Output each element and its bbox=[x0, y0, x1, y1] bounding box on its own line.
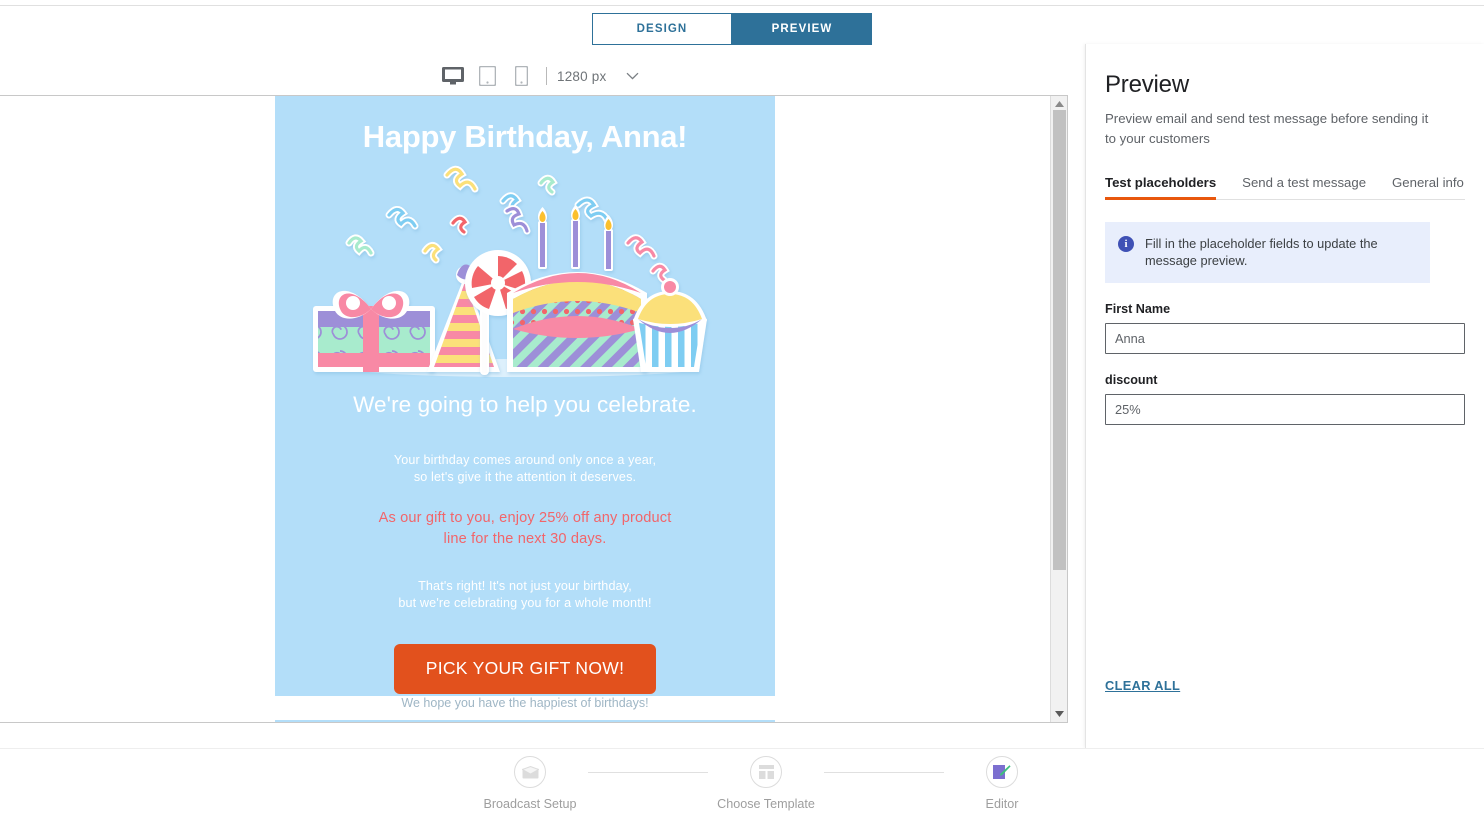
tab-general-info[interactable]: General info bbox=[1392, 175, 1464, 199]
footer-divider bbox=[0, 748, 1484, 749]
mobile-icon[interactable] bbox=[504, 60, 538, 92]
panel-subtitle: Preview email and send test message befo… bbox=[1105, 109, 1435, 149]
email-preview-screen: DESIGN PREVIEW 1280 px Happy Birthday, A… bbox=[0, 0, 1484, 823]
wizard-connector-1 bbox=[588, 772, 708, 773]
clear-all-link[interactable]: CLEAR ALL bbox=[1105, 678, 1180, 693]
placeholder-info-text: Fill in the placeholder fields to update… bbox=[1145, 235, 1416, 269]
panel-tabs: Test placeholders Send a test message Ge… bbox=[1105, 170, 1465, 200]
template-grid-icon bbox=[750, 756, 782, 788]
preview-panel: Preview Preview email and send test mess… bbox=[1085, 44, 1484, 748]
step-label-editor: Editor bbox=[986, 797, 1019, 811]
email-canvas-content: Happy Birthday, Anna! bbox=[0, 96, 1050, 722]
panel-title: Preview bbox=[1105, 44, 1465, 99]
wizard-steps: Broadcast Setup Choose Template Editor bbox=[480, 756, 1052, 811]
device-toolbar: 1280 px bbox=[436, 60, 639, 92]
email-footer-text: We hope you have the happiest of birthda… bbox=[275, 696, 775, 720]
mode-toggle: DESIGN PREVIEW bbox=[592, 13, 872, 45]
top-divider bbox=[0, 5, 1484, 6]
scroll-down-arrow-icon[interactable] bbox=[1051, 706, 1067, 722]
tab-send-a-test-message[interactable]: Send a test message bbox=[1242, 175, 1366, 199]
email-paragraph-2-line-1: That's right! It's not just your birthda… bbox=[418, 579, 632, 593]
discount-input[interactable] bbox=[1105, 394, 1465, 425]
tab-test-placeholders[interactable]: Test placeholders bbox=[1105, 175, 1216, 199]
email-canvas: Happy Birthday, Anna! bbox=[0, 95, 1068, 723]
email-offer-line-1: As our gift to you, enjoy 25% off any pr… bbox=[379, 510, 672, 526]
step-label-choose-template: Choose Template bbox=[717, 797, 815, 811]
email-paragraph-1-line-2: so let's give it the attention it deserv… bbox=[414, 470, 636, 484]
discount-label: discount bbox=[1105, 373, 1465, 387]
chevron-down-icon[interactable] bbox=[626, 72, 639, 80]
tablet-icon[interactable] bbox=[470, 60, 504, 92]
info-icon: i bbox=[1118, 236, 1134, 252]
step-editor[interactable]: Editor bbox=[952, 756, 1052, 811]
step-label-broadcast-setup: Broadcast Setup bbox=[483, 797, 576, 811]
envelope-icon bbox=[514, 756, 546, 788]
wizard-footer: Broadcast Setup Choose Template Editor bbox=[0, 748, 1484, 823]
email-offer-text: As our gift to you, enjoy 25% off any pr… bbox=[275, 486, 775, 550]
toolbar-separator bbox=[546, 67, 547, 85]
email-heading: Happy Birthday, Anna! bbox=[275, 96, 775, 163]
desktop-icon[interactable] bbox=[436, 60, 470, 92]
design-tab-button[interactable]: DESIGN bbox=[592, 13, 732, 45]
email-paragraph-2-line-2: but we're celebrating you for a whole mo… bbox=[398, 596, 651, 610]
step-choose-template[interactable]: Choose Template bbox=[716, 756, 816, 811]
scrollbar-thumb[interactable] bbox=[1053, 110, 1066, 570]
email-body: Happy Birthday, Anna! bbox=[275, 96, 775, 723]
preview-tab-button[interactable]: PREVIEW bbox=[732, 13, 872, 45]
pick-your-gift-button[interactable]: PICK YOUR GIFT NOW! bbox=[394, 644, 657, 694]
email-paragraph-1-line-1: Your birthday comes around only once a y… bbox=[394, 453, 656, 467]
step-broadcast-setup[interactable]: Broadcast Setup bbox=[480, 756, 580, 811]
email-paragraph-2: That's right! It's not just your birthda… bbox=[275, 550, 775, 612]
email-paragraph-1: Your birthday comes around only once a y… bbox=[275, 424, 775, 486]
viewport-width-value[interactable]: 1280 px bbox=[557, 69, 606, 84]
email-offer-line-2: line for the next 30 days. bbox=[444, 531, 607, 547]
first-name-input[interactable] bbox=[1105, 323, 1465, 354]
email-subheading: We're going to help you celebrate. bbox=[275, 378, 775, 424]
wizard-connector-2 bbox=[824, 772, 944, 773]
birthday-illustration bbox=[275, 163, 775, 378]
first-name-label: First Name bbox=[1105, 302, 1465, 316]
editor-pencil-icon bbox=[986, 756, 1018, 788]
placeholder-info-banner: i Fill in the placeholder fields to upda… bbox=[1105, 222, 1430, 283]
canvas-scrollbar[interactable] bbox=[1050, 96, 1067, 722]
